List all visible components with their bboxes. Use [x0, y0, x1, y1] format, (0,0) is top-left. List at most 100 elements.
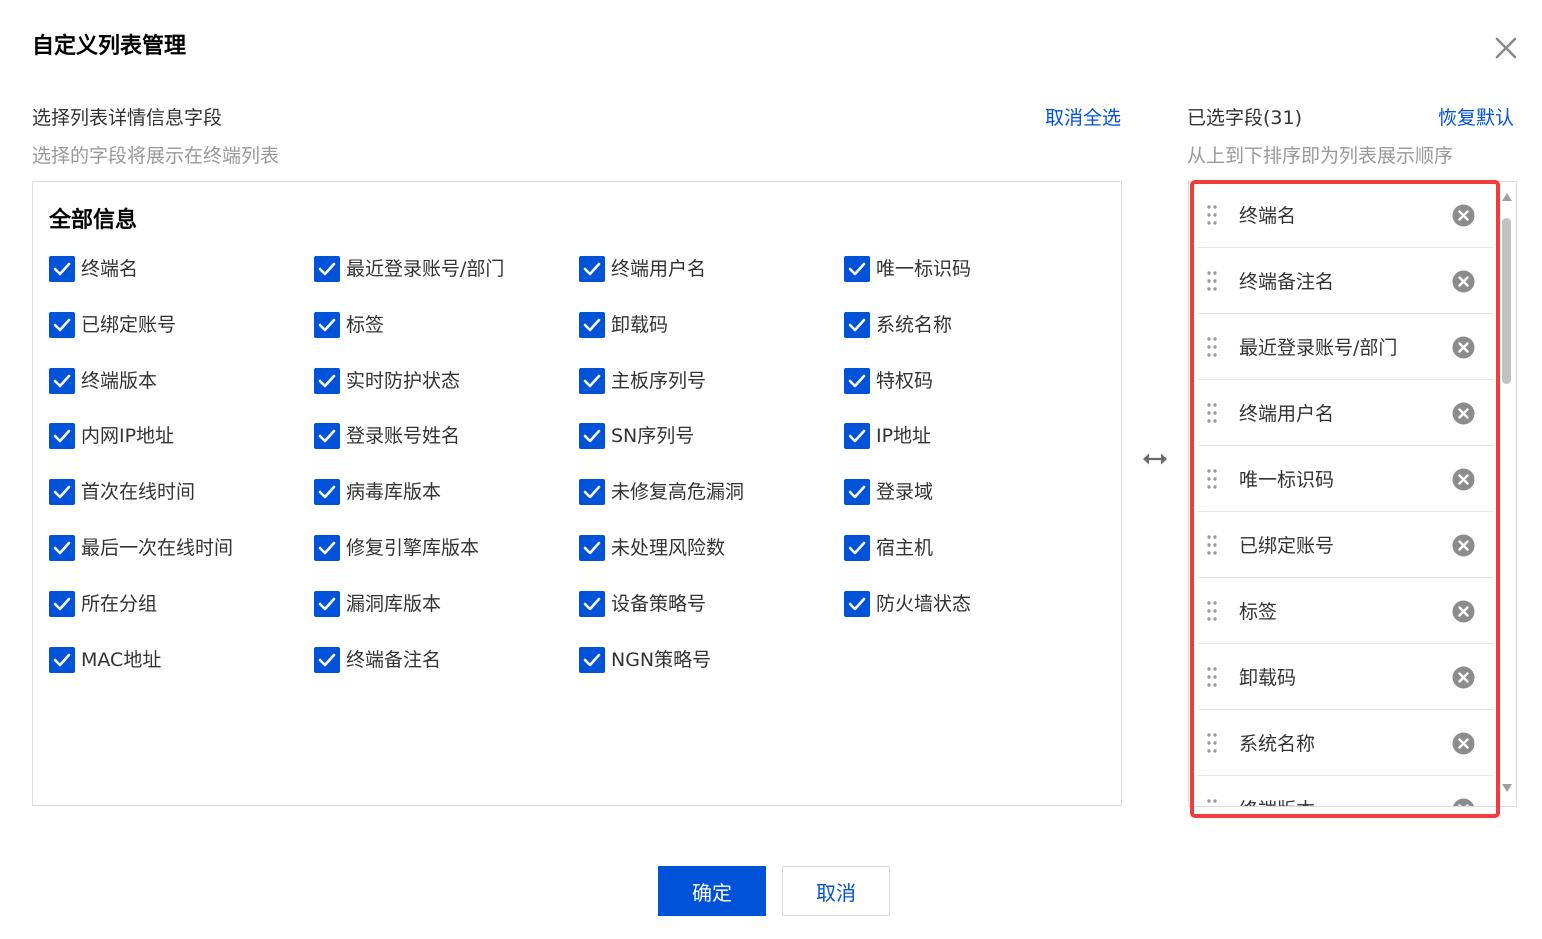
checkbox-checked[interactable]: [579, 256, 605, 282]
checkbox-checked[interactable]: [844, 311, 870, 338]
field-checkbox[interactable]: 特权码: [844, 367, 1109, 424]
checkbox-checked[interactable]: [314, 646, 340, 673]
checkbox-checked[interactable]: [314, 423, 340, 450]
field-checkbox[interactable]: 终端用户名: [579, 256, 844, 312]
checkbox-checked[interactable]: [49, 311, 75, 338]
checkbox-checked[interactable]: [49, 646, 75, 673]
remove-circle-icon[interactable]: [1452, 204, 1475, 227]
field-checkbox[interactable]: 最近登录账号/部门: [314, 256, 579, 312]
checkbox-checked[interactable]: [579, 590, 605, 617]
field-checkbox[interactable]: 修复引擎库版本: [314, 534, 579, 591]
checkbox-checked[interactable]: [579, 423, 605, 450]
field-checkbox[interactable]: 标签: [314, 311, 579, 368]
remove-circle-icon[interactable]: [1452, 534, 1475, 557]
selected-field-item[interactable]: 系统名称: [1197, 710, 1494, 776]
selected-field-item[interactable]: 标签: [1197, 578, 1494, 644]
drag-handle-icon[interactable]: [1205, 665, 1219, 689]
field-checkbox[interactable]: NGN策略号: [579, 646, 844, 703]
checkbox-checked[interactable]: [844, 367, 870, 394]
drag-handle-icon[interactable]: [1205, 797, 1219, 807]
remove-circle-icon[interactable]: [1452, 402, 1475, 425]
checkbox-checked[interactable]: [579, 479, 605, 506]
checkbox-checked[interactable]: [49, 479, 75, 506]
checkbox-checked[interactable]: [49, 423, 75, 450]
drag-handle-icon[interactable]: [1205, 467, 1219, 491]
checkbox-checked[interactable]: [314, 311, 340, 338]
checkbox-checked[interactable]: [314, 590, 340, 617]
selected-field-item[interactable]: 终端用户名: [1197, 380, 1494, 446]
remove-circle-icon[interactable]: [1452, 600, 1475, 623]
remove-circle-icon[interactable]: [1452, 798, 1475, 807]
field-checkbox[interactable]: 病毒库版本: [314, 479, 579, 535]
scroll-down-arrow-icon[interactable]: [1501, 783, 1513, 793]
field-checkbox[interactable]: 终端名: [49, 256, 314, 312]
checkbox-checked[interactable]: [844, 534, 870, 561]
checkbox-checked[interactable]: [579, 534, 605, 561]
field-checkbox[interactable]: 未修复高危漏洞: [579, 479, 844, 535]
field-checkbox[interactable]: 未处理风险数: [579, 534, 844, 591]
field-checkbox[interactable]: 最后一次在线时间: [49, 534, 314, 591]
field-checkbox[interactable]: 所在分组: [49, 590, 314, 647]
field-checkbox[interactable]: 唯一标识码: [844, 256, 1109, 312]
remove-circle-icon[interactable]: [1452, 336, 1475, 359]
remove-circle-icon[interactable]: [1452, 732, 1475, 755]
field-checkbox[interactable]: 宿主机: [844, 534, 1109, 591]
field-checkbox[interactable]: MAC地址: [49, 646, 314, 703]
selected-field-item[interactable]: 最近登录账号/部门: [1197, 314, 1494, 380]
field-checkbox[interactable]: 登录域: [844, 479, 1109, 535]
close-button[interactable]: [1490, 32, 1522, 64]
selected-field-item[interactable]: 终端名: [1197, 182, 1494, 248]
field-checkbox[interactable]: 终端版本: [49, 367, 314, 424]
checkbox-checked[interactable]: [314, 256, 340, 282]
checkbox-checked[interactable]: [49, 534, 75, 561]
checkbox-checked[interactable]: [579, 646, 605, 673]
selected-field-item[interactable]: 卸载码: [1197, 644, 1494, 710]
field-checkbox[interactable]: 漏洞库版本: [314, 590, 579, 647]
checkbox-checked[interactable]: [579, 311, 605, 338]
selected-field-item[interactable]: 已绑定账号: [1197, 512, 1494, 578]
checkbox-checked[interactable]: [844, 256, 870, 282]
field-checkbox[interactable]: 首次在线时间: [49, 479, 314, 535]
checkbox-checked[interactable]: [314, 479, 340, 506]
checkbox-checked[interactable]: [844, 590, 870, 617]
drag-handle-icon[interactable]: [1205, 599, 1219, 623]
drag-handle-icon[interactable]: [1205, 401, 1219, 425]
restore-default-link[interactable]: 恢复默认: [1438, 103, 1514, 130]
remove-circle-icon[interactable]: [1452, 270, 1475, 293]
drag-handle-icon[interactable]: [1205, 731, 1219, 755]
drag-handle-icon[interactable]: [1205, 533, 1219, 557]
drag-handle-icon[interactable]: [1205, 203, 1219, 227]
field-checkbox[interactable]: SN序列号: [579, 423, 844, 479]
scroll-up-arrow-icon[interactable]: [1501, 192, 1513, 202]
confirm-button[interactable]: 确定: [658, 866, 766, 916]
field-checkbox[interactable]: 系统名称: [844, 311, 1109, 368]
selected-field-item[interactable]: 终端备注名: [1197, 248, 1494, 314]
drag-handle-icon[interactable]: [1205, 335, 1219, 359]
field-checkbox[interactable]: 设备策略号: [579, 590, 844, 647]
field-checkbox[interactable]: 登录账号姓名: [314, 423, 579, 479]
drag-handle-icon[interactable]: [1205, 269, 1219, 293]
field-checkbox[interactable]: 卸载码: [579, 311, 844, 368]
remove-circle-icon[interactable]: [1452, 666, 1475, 689]
checkbox-checked[interactable]: [49, 256, 75, 282]
checkbox-checked[interactable]: [579, 367, 605, 394]
field-checkbox[interactable]: 终端备注名: [314, 646, 579, 703]
checkbox-checked[interactable]: [314, 534, 340, 561]
checkbox-checked[interactable]: [844, 479, 870, 506]
cancel-button[interactable]: 取消: [782, 866, 890, 916]
field-checkbox[interactable]: 内网IP地址: [49, 423, 314, 479]
field-checkbox[interactable]: 防火墙状态: [844, 590, 1109, 647]
scrollbar-thumb[interactable]: [1502, 218, 1511, 384]
selected-field-item[interactable]: 唯一标识码: [1197, 446, 1494, 512]
checkbox-checked[interactable]: [49, 367, 75, 394]
field-checkbox[interactable]: 已绑定账号: [49, 311, 314, 368]
field-checkbox[interactable]: 实时防护状态: [314, 367, 579, 424]
field-checkbox[interactable]: IP地址: [844, 423, 1109, 479]
deselect-all-link[interactable]: 取消全选: [1045, 103, 1121, 130]
checkbox-checked[interactable]: [844, 423, 870, 450]
remove-circle-icon[interactable]: [1452, 468, 1475, 491]
checkbox-checked[interactable]: [49, 590, 75, 617]
selected-field-item[interactable]: 终端版本: [1197, 776, 1494, 807]
field-checkbox[interactable]: 主板序列号: [579, 367, 844, 424]
checkbox-checked[interactable]: [314, 367, 340, 394]
